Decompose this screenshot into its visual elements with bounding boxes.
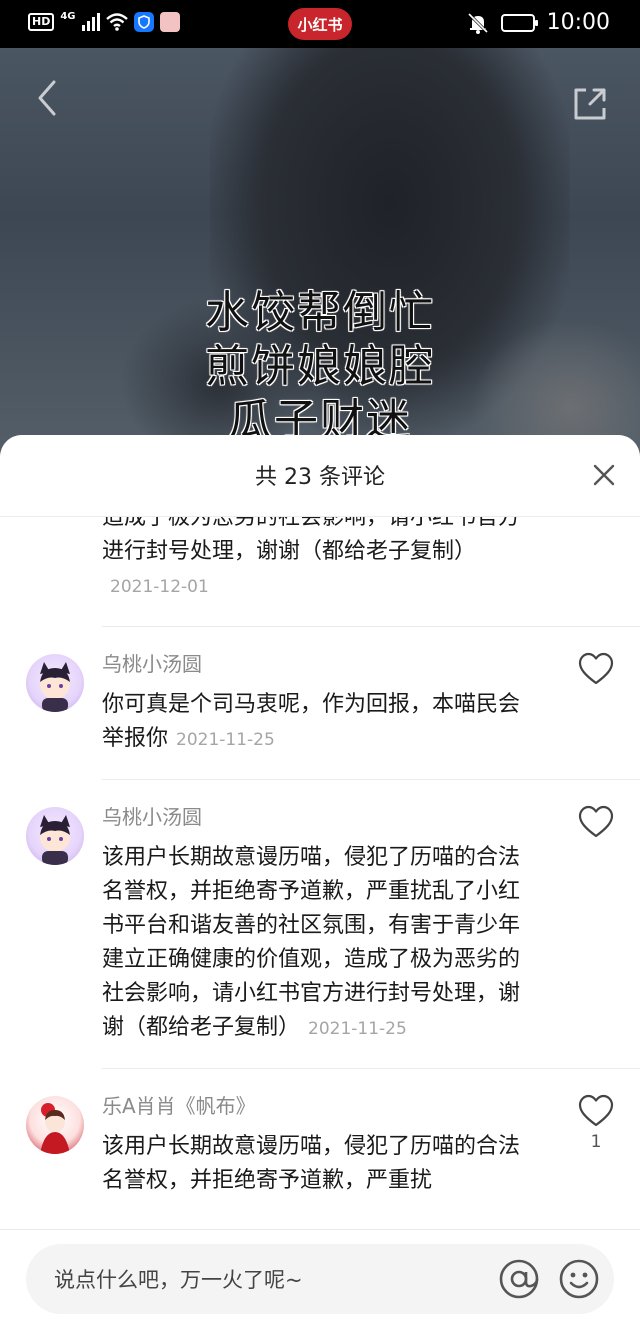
- comment-username[interactable]: 乌桃小汤圆: [102, 650, 640, 678]
- comment-input-bar: 说点什么吧，万一火了呢~: [0, 1229, 640, 1327]
- heart-icon[interactable]: [578, 805, 614, 839]
- comment-item[interactable]: 乐A肖肖《帆布》 该用户长期故意谩历喵，侵犯了历喵的合法名誉权，并拒绝寄予道歉，…: [0, 1068, 640, 1221]
- comment-text: 造成了极为恶劣的社会影响，请小红书官方进行封号处理，谢谢（都给老子复制） 2021…: [102, 517, 532, 604]
- caption-line: 煎饼娘娘腔: [205, 341, 435, 392]
- comment-body: 你可真是个司马衷呢，作为回报，本喵民会举报你: [102, 692, 521, 751]
- comment-item[interactable]: 乌桃小汤圆 你可真是个司马衷呢，作为回报，本喵民会举报你 2021-11-25: [0, 626, 640, 779]
- comments-count-title: 共 23 条评论: [255, 465, 385, 490]
- video-player[interactable]: 水饺帮倒忙 煎饼娘娘腔 瓜子财迷: [0, 48, 640, 468]
- comment-body: 该用户长期故意谩历喵，侵犯了历喵的合法名誉权，并拒绝寄予道歉，严重扰乱了小红书平…: [102, 845, 521, 1040]
- comment-item[interactable]: 造成了极为恶劣的社会影响，请小红书官方进行封号处理，谢谢（都给老子复制） 2021…: [0, 517, 640, 626]
- avatar[interactable]: [26, 654, 84, 712]
- mention-icon[interactable]: [498, 1258, 540, 1300]
- network-type: 4G: [60, 10, 76, 22]
- comment-item[interactable]: 乌桃小汤圆 该用户长期故意谩历喵，侵犯了历喵的合法名誉权，并拒绝寄予道歉，严重扰…: [0, 779, 640, 1068]
- share-icon[interactable]: [572, 86, 608, 122]
- comment-username[interactable]: 乌桃小汤圆: [102, 803, 640, 831]
- emoji-icon[interactable]: [558, 1258, 600, 1300]
- comment-text: 该用户长期故意谩历喵，侵犯了历喵的合法名誉权，并拒绝寄予道歉，严重扰: [102, 1130, 532, 1199]
- status-bar: HD 4G 小红书 10:00: [0, 0, 640, 48]
- caption-line: 水饺帮倒忙: [205, 287, 435, 338]
- app-pill: 小红书: [288, 8, 352, 40]
- close-icon[interactable]: [590, 461, 618, 489]
- heart-icon[interactable]: [578, 652, 614, 686]
- clock: 10:00: [546, 10, 610, 35]
- app-notification-icon: [159, 12, 180, 32]
- shield-app-icon: [133, 12, 154, 32]
- battery-icon: [500, 13, 538, 32]
- comment-body: 该用户长期故意谩历喵，侵犯了历喵的合法名誉权，并拒绝寄予道歉，严重扰: [102, 1134, 521, 1193]
- comment-time: 2021-12-01: [110, 577, 209, 597]
- comment-time: 2021-11-25: [308, 1019, 407, 1039]
- wifi-icon: [105, 13, 128, 31]
- comment-time: 2021-11-25: [176, 730, 275, 750]
- hd-badge: HD: [28, 13, 55, 31]
- comments-list[interactable]: 造成了极为恶劣的社会影响，请小红书官方进行封号处理，谢谢（都给老子复制） 2021…: [0, 517, 640, 1229]
- heart-icon[interactable]: [578, 1094, 614, 1128]
- back-icon[interactable]: [30, 78, 66, 118]
- sheet-header: 共 23 条评论: [0, 435, 640, 517]
- comment-text: 该用户长期故意谩历喵，侵犯了历喵的合法名誉权，并拒绝寄予道歉，严重扰乱了小红书平…: [102, 841, 532, 1046]
- comment-text: 你可真是个司马衷呢，作为回报，本喵民会举报你 2021-11-25: [102, 688, 532, 757]
- comments-sheet: 共 23 条评论 造成了极为恶劣的社会影响，请小红书官方进行封号处理，谢谢（都给…: [0, 435, 640, 1327]
- signal-icon: [81, 13, 100, 31]
- like-count: 1: [590, 1132, 602, 1152]
- comment-username[interactable]: 乐A肖肖《帆布》: [102, 1092, 640, 1120]
- comment-input-placeholder[interactable]: 说点什么吧，万一火了呢~: [54, 1264, 303, 1294]
- avatar[interactable]: [26, 807, 84, 865]
- mute-bell-icon: [467, 12, 488, 34]
- video-caption: 水饺帮倒忙 煎饼娘娘腔 瓜子财迷: [160, 286, 480, 448]
- avatar[interactable]: [26, 1096, 84, 1154]
- comment-body: 造成了极为恶劣的社会影响，请小红书官方进行封号处理，谢谢（都给老子复制）: [102, 517, 521, 564]
